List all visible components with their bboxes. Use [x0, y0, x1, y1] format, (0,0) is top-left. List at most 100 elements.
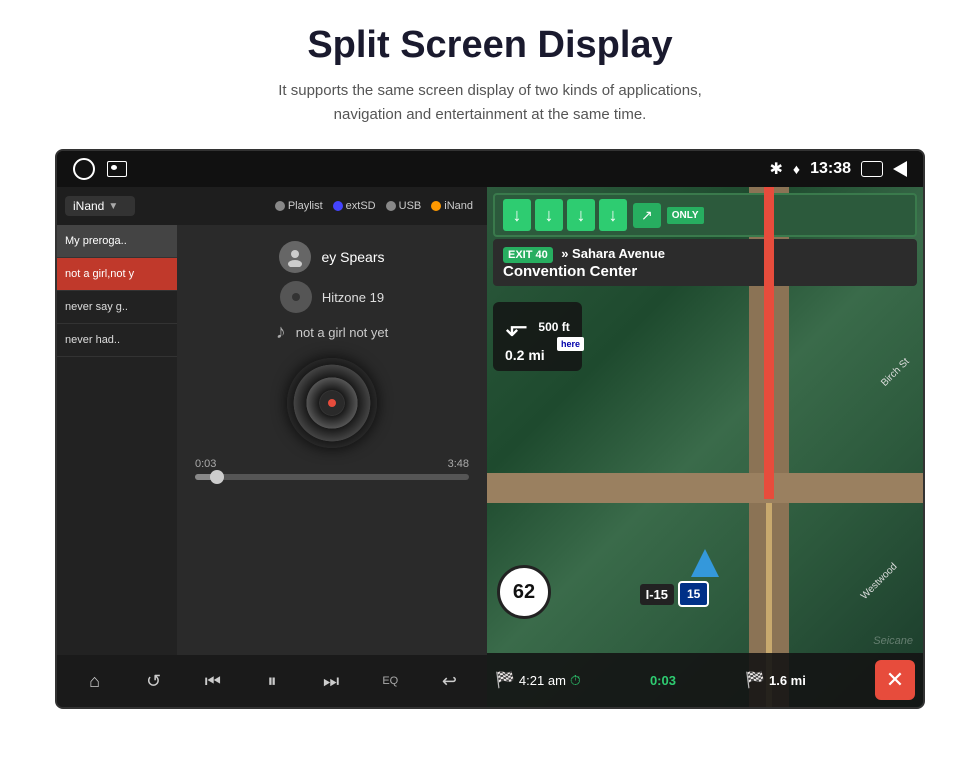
exit-banner: EXIT 40 » Sahara Avenue Convention Cente… — [493, 239, 917, 286]
playlist-item-4[interactable]: never had.. — [57, 324, 177, 357]
highway-sign-top: ↓ ↓ ↓ ↓ ↗ ONLY — [493, 193, 917, 237]
exit-street: » Sahara Avenue — [561, 246, 665, 261]
duration-block: 0:03 — [650, 673, 676, 688]
highway-shield-num: 15 — [678, 581, 709, 607]
right-arrow-box: ↗ — [633, 203, 661, 228]
back-button[interactable]: ↩ — [429, 661, 469, 701]
note-icon: ♪ — [276, 321, 286, 344]
album-name: Hitzone 19 — [322, 290, 384, 305]
song-name: not a girl not yet — [296, 325, 389, 340]
status-time: 13:38 — [810, 160, 851, 178]
inand-option[interactable]: iNand — [431, 200, 473, 212]
repeat-button[interactable]: ↺ — [134, 661, 174, 701]
image-icon — [107, 161, 127, 177]
bluetooth-icon: ✱ — [770, 159, 783, 179]
source-label: iNand — [73, 199, 104, 213]
device-frame: ✱ ♦ 13:38 iNand ▼ Playlist — [55, 149, 925, 709]
playlist-sidebar: My preroga.. not a girl,not y never say … — [57, 225, 177, 655]
source-dropdown[interactable]: iNand ▼ — [65, 196, 135, 216]
progress-times: 0:03 3:48 — [195, 458, 469, 470]
watermark: Seicane — [873, 635, 913, 647]
main-split: iNand ▼ Playlist extSD USB — [57, 187, 923, 707]
usb-label: USB — [399, 200, 422, 212]
arrival-block: 🏁 4:21 am ⏱ — [495, 670, 581, 690]
flag-icon-end: 🏁 — [745, 670, 765, 690]
nav-close-button[interactable]: ✕ — [875, 660, 915, 700]
nav-bottom-bar: 🏁 4:21 am ⏱ 0:03 🏁 1.6 mi ✕ — [487, 653, 923, 707]
arrival-time: 4:21 am — [519, 673, 566, 688]
location-icon: ♦ — [793, 161, 800, 177]
playlist-radio — [275, 201, 285, 211]
artist-row: ey Spears — [279, 241, 384, 273]
arrow-group: ↓ ↓ ↓ ↓ — [503, 199, 627, 231]
person-icon — [285, 247, 305, 267]
nav-arrow — [691, 549, 719, 577]
map-road-horizontal — [487, 473, 923, 503]
usb-radio — [386, 201, 396, 211]
progress-current: 0:03 — [195, 458, 216, 470]
playlist-item-2[interactable]: not a girl,not y — [57, 258, 177, 291]
disc-icon — [280, 281, 312, 313]
playlist-item-1[interactable]: My preroga.. — [57, 225, 177, 258]
extsd-label: extSD — [346, 200, 376, 212]
nav-duration: 0:03 — [650, 673, 676, 688]
music-panel: iNand ▼ Playlist extSD USB — [57, 187, 487, 707]
controls-bar: ⌂ ↺ ⏮ ⏸ ⏭ EQ ↩ — [57, 655, 487, 707]
nav-distance: 1.6 mi — [769, 673, 806, 688]
playlist-option[interactable]: Playlist — [275, 200, 323, 212]
player-center: ey Spears Hitzone 19 ♪ not a girl not ye… — [177, 225, 487, 655]
artist-name: ey Spears — [321, 249, 384, 265]
home-icon — [73, 158, 95, 180]
progress-area: 0:03 3:48 — [187, 458, 477, 480]
prev-button[interactable]: ⏮ — [193, 661, 233, 701]
route-line — [764, 187, 774, 499]
speed-panel: 62 — [497, 565, 551, 619]
home-button[interactable]: ⌂ — [75, 661, 115, 701]
source-bar: iNand ▼ Playlist extSD USB — [57, 187, 487, 225]
album-row: Hitzone 19 — [280, 281, 384, 313]
song-row: ♪ not a girl not yet — [276, 321, 389, 344]
vinyl-center — [320, 391, 344, 415]
pause-button[interactable]: ⏸ — [252, 661, 292, 701]
vinyl-dot — [328, 399, 336, 407]
progress-total: 3:48 — [448, 458, 469, 470]
speed-number: 62 — [513, 582, 535, 602]
playlist-label: Playlist — [288, 200, 323, 212]
flag-icon-start: 🏁 — [495, 670, 515, 690]
highway-shield: I-15 15 — [640, 581, 710, 607]
screen-icon — [861, 161, 883, 177]
inand-radio — [431, 201, 441, 211]
next-button[interactable]: ⏭ — [311, 661, 351, 701]
exit-number: EXIT 40 — [503, 247, 553, 263]
chevron-down-icon: ▼ — [108, 201, 118, 212]
inand-label: iNand — [444, 200, 473, 212]
back-icon — [893, 161, 907, 177]
exit-venue: Convention Center — [503, 263, 907, 280]
eq-button[interactable]: EQ — [370, 661, 410, 701]
page-header: Split Screen Display It supports the sam… — [0, 0, 980, 139]
page-title: Split Screen Display — [40, 24, 940, 67]
page-subtitle: It supports the same screen display of t… — [40, 79, 940, 127]
clock-icon: ⏱ — [570, 672, 581, 689]
vinyl-disc — [287, 358, 377, 448]
turn-icon: ⬐ — [505, 310, 528, 343]
artist-avatar — [279, 241, 311, 273]
here-logo: here — [557, 337, 584, 351]
nav-panel: Birch St Westwood Sahara Avenue ↓ ↓ ↓ ↓ … — [487, 187, 923, 707]
progress-bar[interactable] — [195, 474, 469, 480]
extsd-radio — [333, 201, 343, 211]
source-options: Playlist extSD USB iNand — [139, 200, 479, 212]
arrow-down-1: ↓ — [503, 199, 531, 231]
vinyl — [287, 358, 377, 448]
usb-option[interactable]: USB — [386, 200, 422, 212]
status-right: ✱ ♦ 13:38 — [770, 159, 907, 179]
status-bar: ✱ ♦ 13:38 — [57, 151, 923, 187]
only-sign: ONLY — [667, 207, 704, 224]
distance-block: 🏁 1.6 mi — [745, 670, 806, 690]
extsd-option[interactable]: extSD — [333, 200, 376, 212]
arrow-down-4: ↓ — [599, 199, 627, 231]
playlist-item-3[interactable]: never say g.. — [57, 291, 177, 324]
progress-thumb — [210, 470, 224, 484]
arrow-down-3: ↓ — [567, 199, 595, 231]
arrow-down-2: ↓ — [535, 199, 563, 231]
